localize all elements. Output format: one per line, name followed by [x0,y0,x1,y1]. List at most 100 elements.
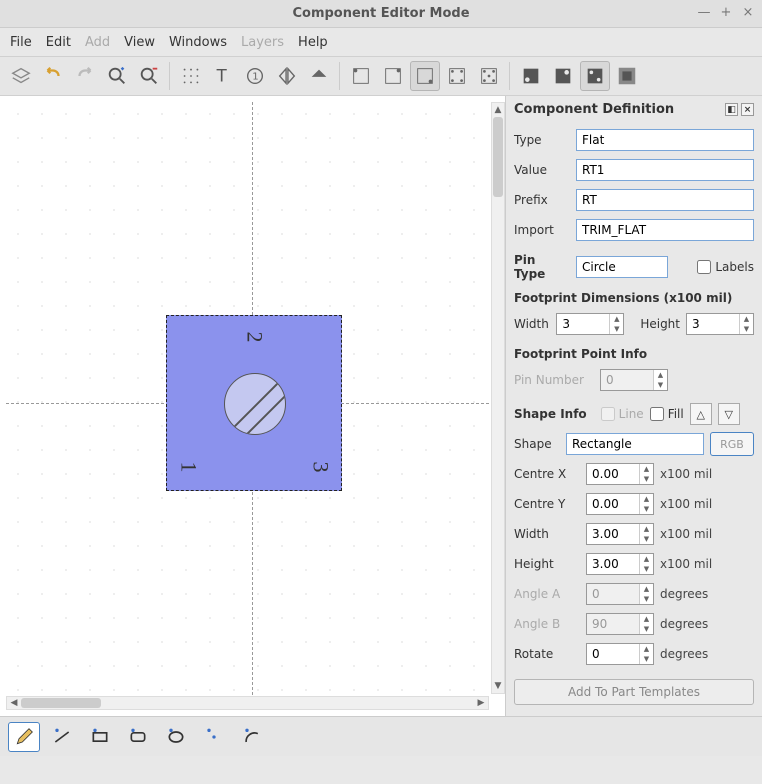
toolbar: T 1 [0,56,762,96]
menu-file[interactable]: File [10,35,32,50]
scrollbar-thumb[interactable] [493,117,503,197]
flip-v-icon[interactable] [304,61,334,91]
prefix-field[interactable] [576,189,754,211]
snap3-icon[interactable] [410,61,440,91]
snap2-icon[interactable] [378,61,408,91]
titlebar: Component Editor Mode — + × [0,0,762,28]
svg-text:1: 1 [252,72,258,83]
scroll-up-icon[interactable]: ▲ [492,103,504,117]
fd-width-field[interactable] [557,314,609,334]
scroll-down-icon[interactable]: ▼ [492,679,504,693]
canvas-area[interactable]: 1 2 3 ▲ ▼ ◀ ▶ [0,96,506,716]
shape-select[interactable]: Rectangle [566,433,704,455]
menubar: File Edit Add View Windows Layers Help [0,28,762,56]
spin-down-icon[interactable]: ▼ [609,324,623,334]
spin-up-icon[interactable]: ▲ [609,314,623,324]
grid-icon[interactable] [176,61,206,91]
value-label: Value [514,163,570,177]
add-to-templates-button[interactable]: Add To Part Templates [514,679,754,705]
spin-up-icon[interactable]: ▲ [653,370,667,380]
scroll-right-icon[interactable]: ▶ [474,697,488,709]
menu-edit[interactable]: Edit [46,35,71,50]
shape4-icon[interactable] [612,61,642,91]
menu-windows[interactable]: Windows [169,35,227,50]
line-label: Line [619,407,644,421]
footprint-point-header: Footprint Point Info [514,347,754,361]
component-footprint[interactable]: 1 2 3 [166,315,342,491]
zoom-in-icon[interactable] [102,61,132,91]
value-field[interactable] [576,159,754,181]
centre-x-field[interactable] [587,464,639,484]
spin-down-icon[interactable]: ▼ [739,324,753,334]
panel-close-icon[interactable]: × [741,103,754,116]
pencil-tool-icon[interactable] [8,722,40,752]
spin-up-icon[interactable]: ▲ [739,314,753,324]
roundrect-tool-icon[interactable] [122,722,154,752]
text-icon[interactable]: T [208,61,238,91]
rgb-button[interactable]: RGB [710,432,754,456]
fd-width-label: Width [514,317,550,331]
component-center-circle [224,373,286,435]
rotate-field[interactable] [587,644,639,664]
side-panel: Component Definition ◧ × Type Value Pref… [506,96,762,716]
pin-type-label: Pin Type [514,253,570,281]
redo-icon[interactable] [70,61,100,91]
angle-a-field [587,584,639,604]
angle-b-label: Angle B [514,617,580,631]
unit-label: x100 mil [660,557,712,571]
bottom-toolbar [0,716,762,756]
shape3-icon[interactable] [580,61,610,91]
snap1-icon[interactable] [346,61,376,91]
close-icon[interactable]: × [740,4,756,20]
menu-view[interactable]: View [124,35,155,50]
line-checkbox [601,407,615,421]
arc-tool-icon[interactable] [236,722,268,752]
import-field[interactable] [576,219,754,241]
shape1-icon[interactable] [516,61,546,91]
ellipse-tool-icon[interactable] [160,722,192,752]
horizontal-scrollbar[interactable]: ◀ ▶ [6,696,489,710]
svg-text:T: T [216,67,228,86]
fill-checkbox[interactable] [650,407,664,421]
shape-info-header: Shape Info [514,407,587,421]
import-label: Import [514,223,570,237]
triangle-down-icon[interactable]: ▽ [718,403,740,425]
minimize-icon[interactable]: — [696,4,712,20]
zoom-out-icon[interactable] [134,61,164,91]
shape-width-field[interactable] [587,524,639,544]
rect-tool-icon[interactable] [84,722,116,752]
centre-y-field[interactable] [587,494,639,514]
centre-y-label: Centre Y [514,497,580,511]
labels-checkbox[interactable] [697,260,711,274]
pin-label-3: 3 [308,462,334,473]
pin-number-icon[interactable]: 1 [240,61,270,91]
footprint-dims-header: Footprint Dimensions (x100 mil) [514,291,754,305]
scroll-left-icon[interactable]: ◀ [7,697,21,709]
maximize-icon[interactable]: + [718,4,734,20]
unit-label: x100 mil [660,497,712,511]
pin-type-select[interactable]: Circle [576,256,668,278]
scrollbar-thumb[interactable] [21,698,101,708]
shape-height-label: Height [514,557,580,571]
undo-icon[interactable] [38,61,68,91]
unit-label: degrees [660,587,708,601]
unit-label: x100 mil [660,527,712,541]
menu-help[interactable]: Help [298,35,328,50]
panel-undock-icon[interactable]: ◧ [725,103,738,116]
shape2-icon[interactable] [548,61,578,91]
shape-label: Shape [514,437,560,451]
vertical-scrollbar[interactable]: ▲ ▼ [491,102,505,694]
fill-label: Fill [668,407,684,421]
shape-height-field[interactable] [587,554,639,574]
spin-down-icon[interactable]: ▼ [653,380,667,390]
snap5-icon[interactable] [474,61,504,91]
snap4-icon[interactable] [442,61,472,91]
line-tool-icon[interactable] [46,722,78,752]
flip-h-icon[interactable] [272,61,302,91]
triangle-up-icon[interactable]: △ [690,403,712,425]
layers-icon[interactable] [6,61,36,91]
type-field[interactable] [576,129,754,151]
fd-height-field[interactable] [687,314,739,334]
point-tool-icon[interactable] [198,722,230,752]
centre-x-label: Centre X [514,467,580,481]
